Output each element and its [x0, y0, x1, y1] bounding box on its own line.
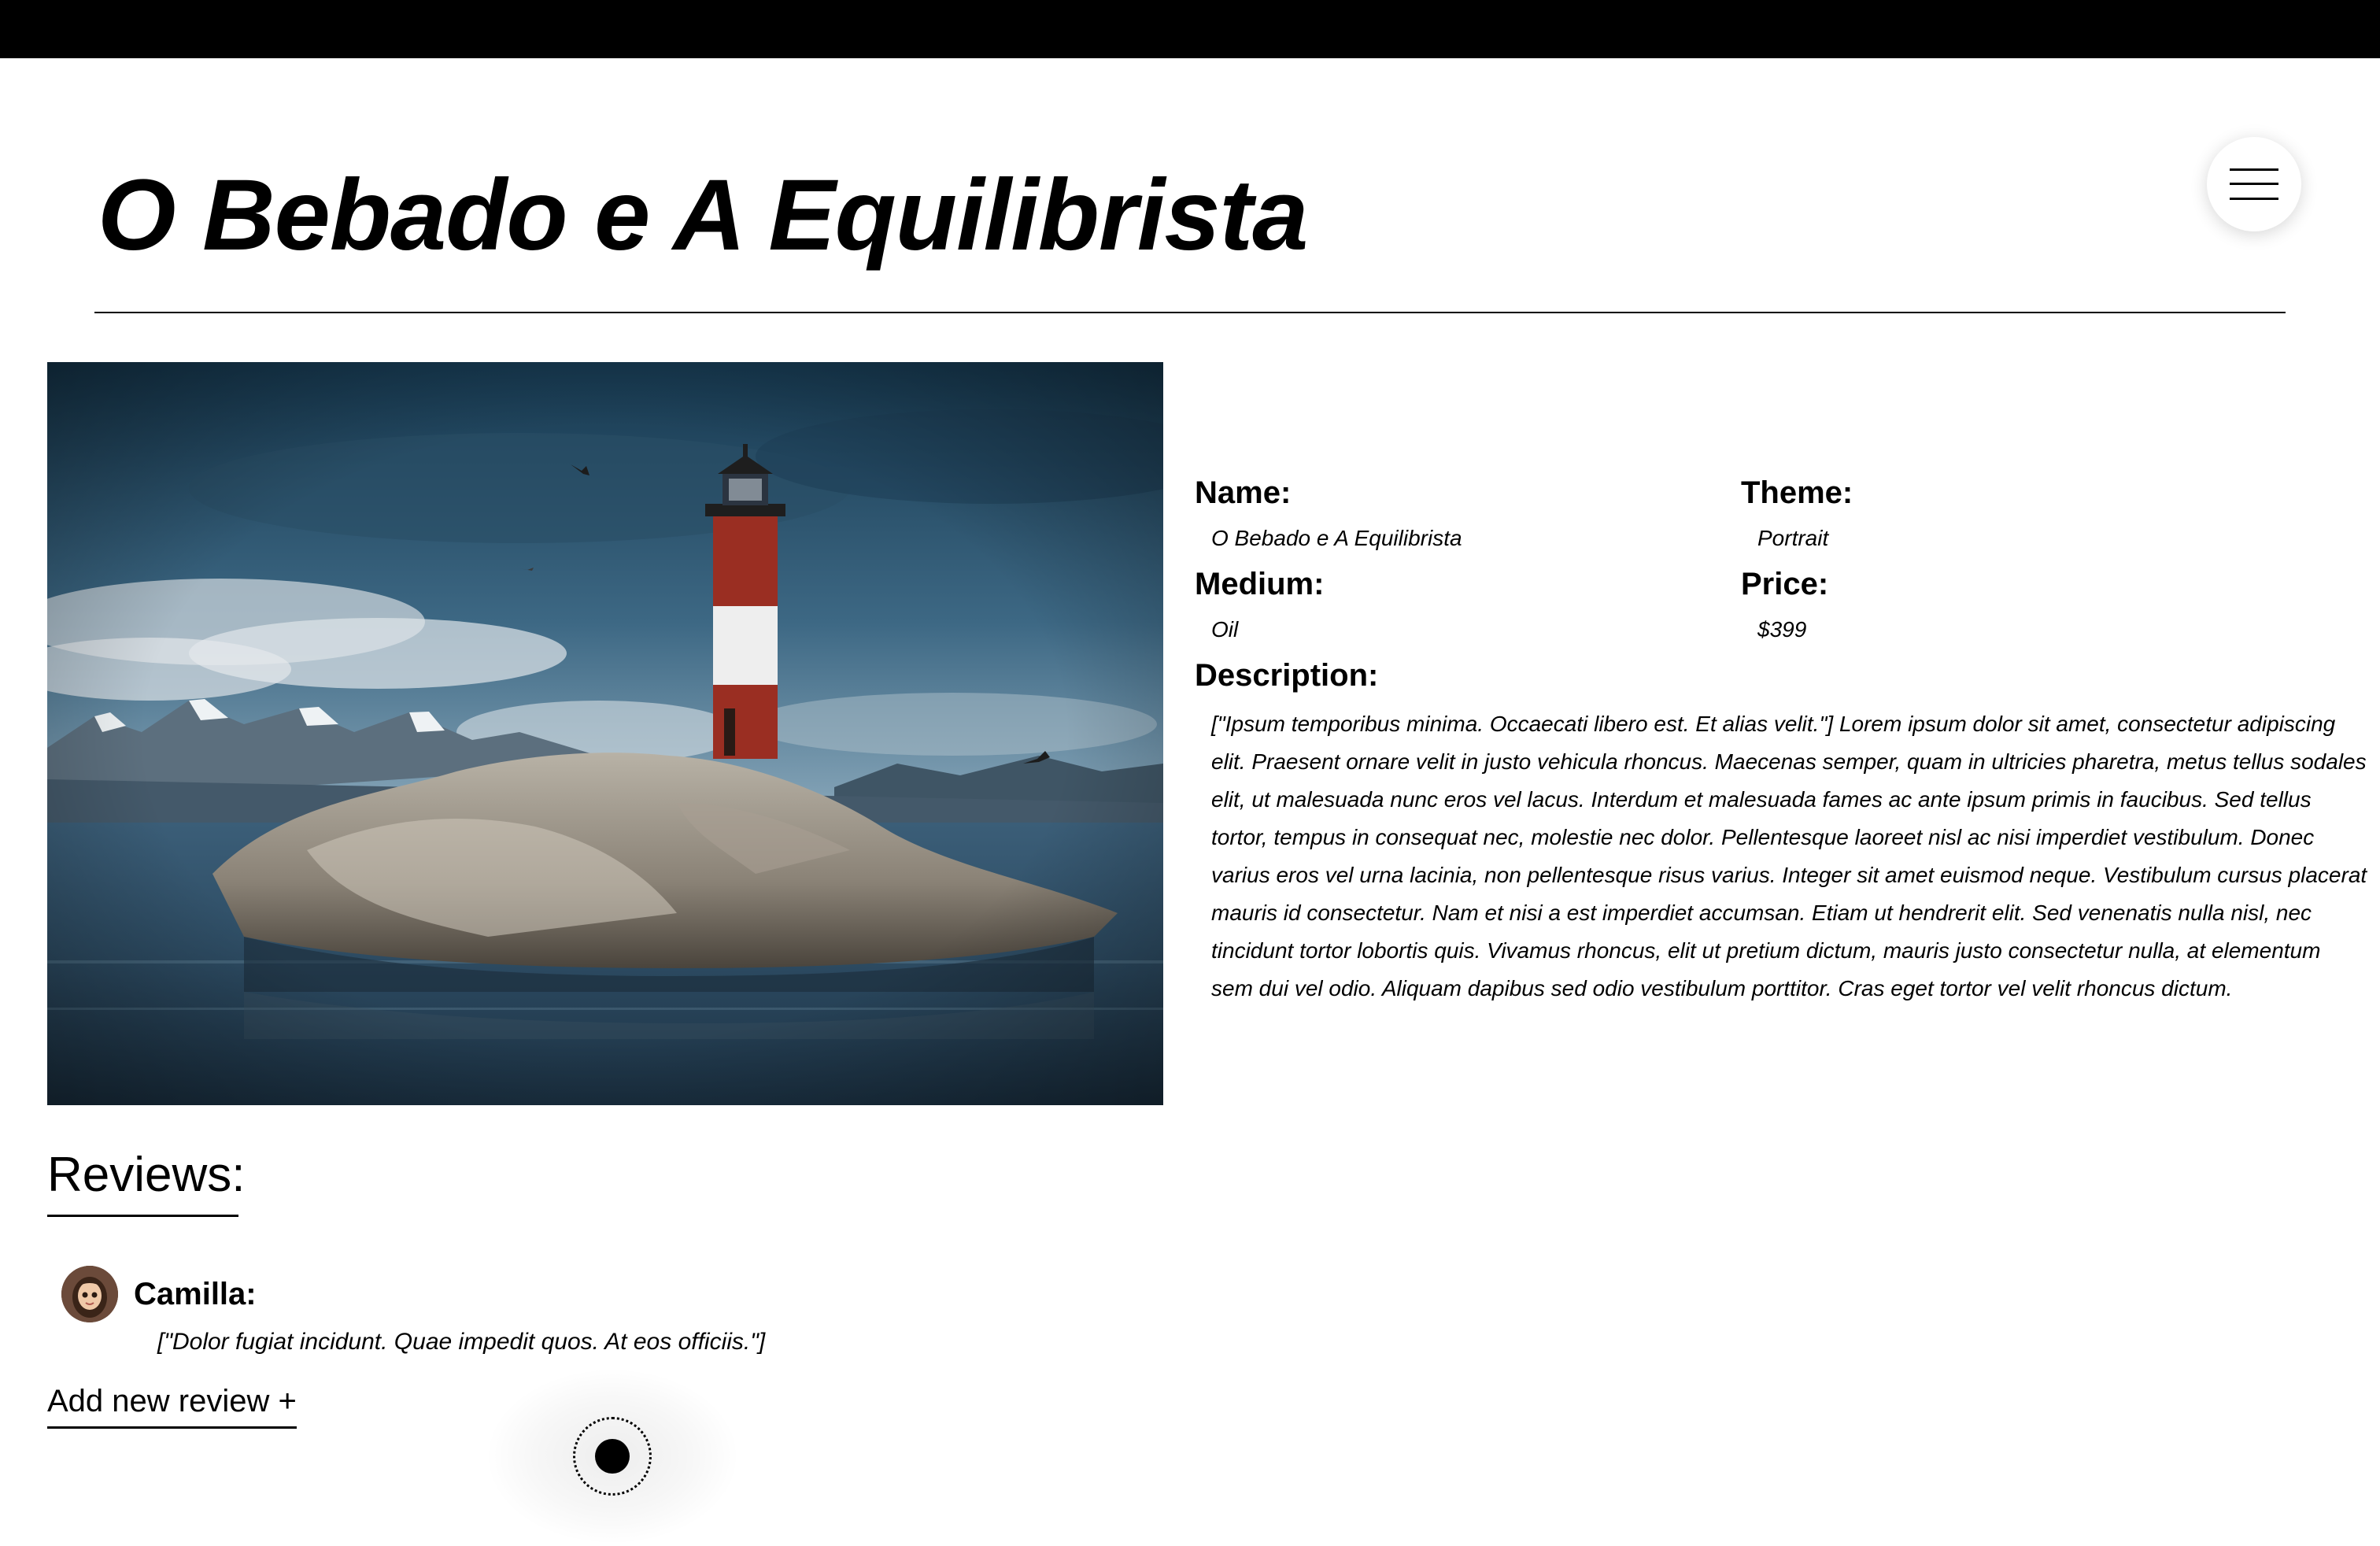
artwork-image [47, 362, 1163, 1105]
theme-label: Theme: [1741, 475, 1853, 510]
description-text: ["Ipsum temporibus minima. Occaecati lib… [1211, 712, 2367, 1000]
reviewer-avatar [61, 1266, 118, 1322]
medium-value: Oil [1211, 617, 1239, 642]
reviews-heading: Reviews: [47, 1148, 246, 1202]
name-value: O Bebado e A Equilibrista [1211, 526, 1462, 550]
cursor-indicator [573, 1417, 652, 1496]
hamburger-menu-icon [2230, 168, 2278, 200]
page-title: O Bebado e A Equilibrista [98, 159, 1308, 272]
title-divider [94, 312, 2286, 313]
cursor-dot [595, 1439, 630, 1474]
reviewer-name: Camilla: [134, 1277, 257, 1311]
add-review-button[interactable]: Add new review + [47, 1385, 297, 1429]
review-text: ["Dolor fugiat incidunt. Quae impedit qu… [157, 1329, 766, 1355]
name-label: Name: [1195, 475, 1292, 510]
price-label: Price: [1741, 567, 1829, 601]
menu-button[interactable] [2207, 137, 2301, 231]
description-label: Description: [1195, 658, 1379, 693]
medium-label: Medium: [1195, 567, 1325, 601]
reviews-divider [47, 1215, 238, 1217]
theme-value: Portrait [1757, 526, 1829, 550]
price-value: $399 [1757, 617, 1807, 642]
top-bar [0, 0, 2380, 58]
